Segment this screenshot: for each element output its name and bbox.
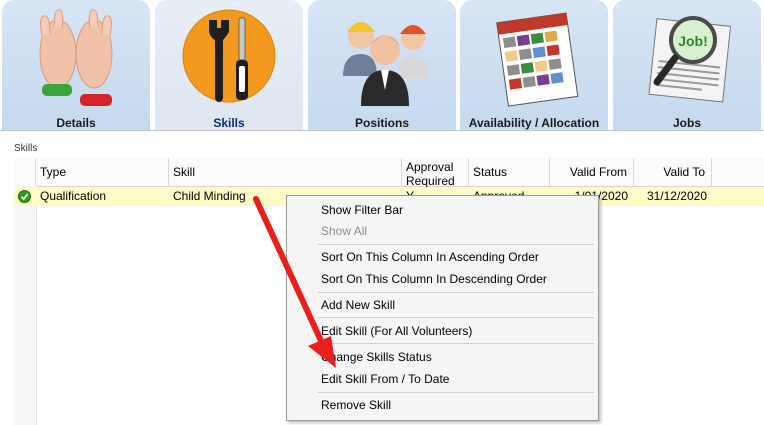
menu-show-all[interactable]: Show All — [321, 220, 367, 242]
calendar-icon — [496, 12, 579, 107]
menu-separator — [318, 292, 594, 293]
context-menu: Show Filter Bar Show All Sort On This Co… — [286, 195, 599, 421]
jobs-magnifier-icon: Job! — [648, 16, 732, 103]
menu-separator — [318, 244, 594, 245]
menu-edit-skill-dates[interactable]: Edit Skill From / To Date — [321, 368, 449, 390]
col-header-type[interactable]: Type — [36, 158, 169, 186]
grid-header: Type Skill Approval Required Status Vali… — [14, 158, 764, 188]
check-icon — [18, 190, 31, 203]
header-indicator — [14, 158, 36, 186]
tab-skills-label: Skills — [213, 116, 245, 130]
tab-details[interactable]: Details — [2, 0, 150, 130]
cell-valid-to: 31/12/2020 — [646, 189, 707, 203]
cell-type: Qualification — [40, 189, 107, 203]
menu-show-filter-bar[interactable]: Show Filter Bar — [321, 199, 403, 221]
col-header-status[interactable]: Status — [469, 158, 550, 186]
menu-sort-ascending[interactable]: Sort On This Column In Ascending Order — [321, 246, 539, 268]
tab-positions[interactable]: Positions — [308, 0, 456, 130]
col-header-valid-from[interactable]: Valid From — [550, 158, 634, 186]
menu-separator — [318, 317, 594, 318]
menu-change-skills-status[interactable]: Change Skills Status — [321, 346, 432, 368]
menu-remove-skill[interactable]: Remove Skill — [321, 394, 391, 416]
tab-jobs[interactable]: Job! Jobs — [613, 0, 761, 130]
col-header-skill[interactable]: Skill — [169, 158, 402, 186]
tab-availability-label: Availability / Allocation — [468, 116, 600, 130]
col-header-approval[interactable]: Approval Required — [402, 158, 469, 188]
hands-icon — [39, 9, 113, 106]
section-label: Skills — [14, 143, 38, 154]
tab-availability[interactable]: Availability / Allocation — [460, 0, 608, 130]
menu-edit-skill-all[interactable]: Edit Skill (For All Volunteers) — [321, 320, 472, 342]
tab-jobs-label: Jobs — [672, 116, 701, 130]
menu-separator — [318, 392, 594, 393]
col-header-valid-to[interactable]: Valid To — [634, 158, 712, 186]
tools-icon — [182, 9, 276, 103]
tab-details-label: Details — [56, 116, 96, 130]
row-indicator-column — [14, 186, 37, 425]
menu-add-new-skill[interactable]: Add New Skill — [321, 294, 395, 316]
tab-skills[interactable]: Skills — [155, 0, 303, 130]
menu-sort-descending[interactable]: Sort On This Column In Descending Order — [321, 268, 547, 290]
menu-separator — [318, 343, 594, 344]
tab-positions-label: Positions — [354, 116, 409, 130]
svg-text:Job!: Job! — [678, 33, 708, 49]
workers-icon — [343, 22, 429, 106]
tab-strip: Details Skills Positions Availability / … — [0, 0, 764, 130]
